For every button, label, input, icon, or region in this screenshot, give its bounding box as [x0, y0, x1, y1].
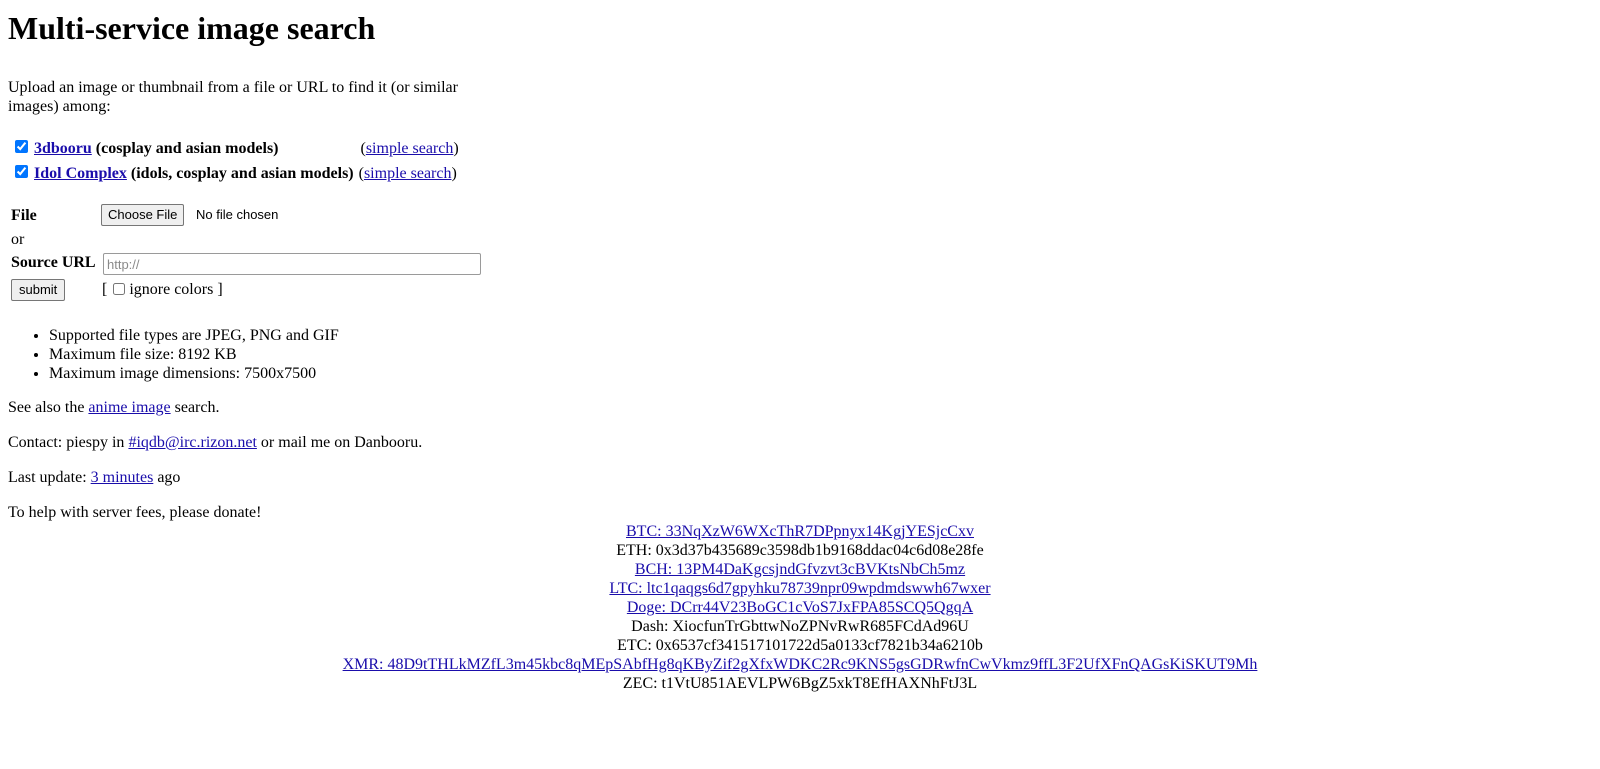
see-also-prefix: See also the: [8, 399, 85, 416]
search-form: File Choose File No file chosen or Sourc…: [8, 204, 1592, 304]
donation-link-bch[interactable]: BCH: 13PM4DaKgcsjndGfvzvt3cBVKtsNbCh5mz: [635, 561, 965, 578]
source-url-label: Source URL: [11, 254, 96, 271]
list-item: Maximum file size: 8192 KB: [49, 345, 1592, 364]
service-row-3dbooru: 3dbooru (cosplay and asian models) (simp…: [8, 136, 1592, 161]
choose-file-button[interactable]: Choose File: [101, 204, 185, 226]
or-label: or: [11, 231, 25, 248]
file-label: File: [11, 207, 37, 224]
page-title: Multi-service image search: [8, 10, 376, 46]
anime-image-link[interactable]: anime image: [88, 399, 170, 416]
see-also-suffix: search.: [174, 399, 220, 416]
last-update-suffix: ago: [157, 469, 181, 486]
donation-etc: ETC: 0x6537cf341517101722d5a0133cf7821b3…: [617, 637, 983, 654]
simple-search-idol-complex: (simple search): [358, 164, 457, 182]
list-item: Supported file types are JPEG, PNG and G…: [49, 326, 1592, 345]
contact-line: Contact: piespy in #iqdb@irc.rizon.net o…: [8, 433, 1592, 452]
service-label: 3dbooru (cosplay and asian models): [34, 140, 279, 158]
upload-notes: Supported file types are JPEG, PNG and G…: [8, 326, 1592, 383]
donation-link-btc[interactable]: BTC: 33NqXzW6WXcThR7DPpnyx14KgjYESjcCxv: [626, 523, 974, 540]
donation-dash: Dash: XiocfunTrGbttwNoZPNvRwR685FCdAd96U: [631, 618, 969, 635]
last-update-line: Last update: 3 minutes ago: [8, 468, 1592, 487]
see-also-line: See also the anime image search.: [8, 398, 1592, 417]
simple-search-3dbooru: (simple search): [360, 139, 459, 157]
submit-button[interactable]: submit: [11, 279, 66, 301]
intro-text: Upload an image or thumbnail from a file…: [8, 79, 458, 115]
service-list: 3dbooru (cosplay and asian models) (simp…: [8, 136, 1592, 186]
contact-prefix: Contact: piespy in: [8, 434, 125, 451]
donation-link-ltc[interactable]: LTC: ltc1qaqgs6d7gpyhku78739npr09wpdmdsw…: [609, 580, 990, 597]
contact-suffix: or mail me on Danbooru.: [260, 434, 423, 451]
service-row-idol-complex: Idol Complex (idols, cosplay and asian m…: [8, 161, 1592, 186]
file-state-text: No file chosen: [196, 207, 279, 222]
page-content: Multi-service image search Upload an ima…: [8, 0, 1592, 693]
simple-search-link-3dbooru[interactable]: simple search: [366, 140, 454, 157]
service-desc: (idols, cosplay and asian models): [130, 164, 354, 182]
service-desc: (cosplay and asian models): [95, 139, 279, 157]
service-label: Idol Complex (idols, cosplay and asian m…: [34, 165, 354, 183]
list-item: Maximum image dimensions: 7500x7500: [49, 364, 1592, 383]
donation-link-doge[interactable]: Doge: DCrr44V23BoGC1cVoS7JxFPA85SCQ5QgqA: [627, 599, 973, 616]
source-url-input[interactable]: [103, 253, 481, 275]
donation-link-xmr[interactable]: XMR: 48D9tTHLkMZfL3m45kbc8qMEpSAbfHg8qKB…: [343, 656, 1258, 673]
last-update-prefix: Last update:: [8, 469, 87, 486]
donation-eth: ETH: 0x3d37b435689c3598db1b9168ddac04c6d…: [616, 542, 984, 559]
ignore-colors-label: ignore colors: [129, 281, 214, 298]
donation-zec: ZEC: t1VtU851AEVLPW6BgZ5xkT8EfHAXNhFtJ3L: [622, 675, 978, 692]
donate-line: To help with server fees, please donate!: [8, 504, 262, 521]
service-link-3dbooru[interactable]: 3dbooru: [34, 140, 92, 157]
donation-addresses: BTC: 33NqXzW6WXcThR7DPpnyx14KgjYESjcCxv …: [8, 522, 1592, 693]
ignore-colors-checkbox[interactable]: [113, 283, 126, 295]
service-checkbox-idol-complex[interactable]: [15, 165, 28, 178]
simple-search-link-idol-complex[interactable]: simple search: [364, 165, 452, 182]
service-checkbox-3dbooru[interactable]: [15, 140, 28, 153]
ignore-colors-option: [ignore colors ]: [102, 281, 223, 298]
service-link-idol-complex[interactable]: Idol Complex: [34, 165, 127, 182]
last-update-link[interactable]: 3 minutes: [91, 469, 154, 486]
irc-link[interactable]: #iqdb@irc.rizon.net: [128, 434, 256, 451]
